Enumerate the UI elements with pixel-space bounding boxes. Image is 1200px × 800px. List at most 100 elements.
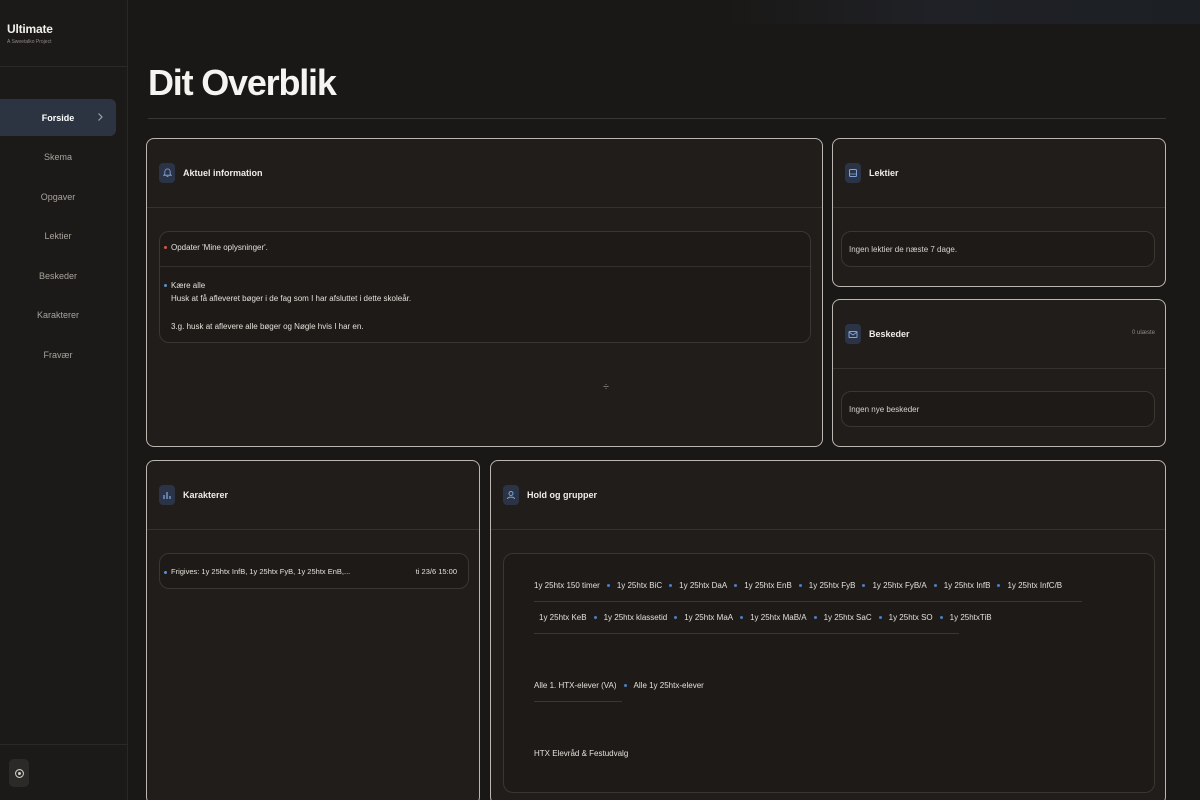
group-chip[interactable]: 1y 25htx DaA: [669, 581, 727, 590]
card-title: Aktuel information: [183, 168, 263, 178]
expand-toggle[interactable]: ÷: [603, 381, 609, 393]
card-header: Lektier: [833, 139, 1165, 208]
separator-dot: [997, 584, 1001, 588]
card-icon-box: [159, 485, 175, 505]
separator-dot: [623, 684, 627, 688]
sidebar-item-beskeder[interactable]: Beskeder: [0, 257, 116, 294]
sidebar-item-skema[interactable]: Skema: [0, 139, 116, 176]
app-subtitle: A Sweetalko Project: [7, 39, 52, 45]
group-chip-label: HTX Elevråd & Festudvalg: [534, 749, 629, 758]
card-icon-box: [503, 485, 519, 505]
group-chip[interactable]: 1y 25htx klassetid: [593, 613, 668, 622]
group-chip-label: 1y 25htx MaB/A: [750, 613, 807, 622]
group-chips-row: 1y 25htx 150 timer 1y 25htx BiC 1y 25htx D…: [534, 581, 1069, 590]
list-item[interactable]: Kære alle Husk at få afleveret bøger i d…: [164, 279, 411, 333]
chevron-right-icon: [98, 113, 103, 121]
settings-button[interactable]: [9, 759, 29, 787]
sidebar-item-label: Skema: [43, 152, 72, 163]
group-chip[interactable]: 1y 25htx MaA: [674, 613, 733, 622]
chart-icon: [163, 492, 171, 499]
group-chip[interactable]: Alle 1y 25htx-elever: [623, 681, 704, 690]
brand: Ultimate A Sweetalko Project: [0, 0, 127, 67]
group-chip-label: 1y 25htx InfC/B: [1007, 581, 1063, 590]
group-chips-row: Alle 1. HTX-elever (VA) Alle 1y 25htx-ele…: [534, 681, 711, 690]
separator-dot: [734, 584, 738, 588]
alert-dot: [164, 246, 167, 250]
grades-card: Karakterer Frigives: 1y 25htx InfB, 1y 2…: [146, 460, 480, 800]
divider: [534, 633, 959, 634]
group-icon: [507, 491, 515, 500]
sidebar-item-opgaver[interactable]: Opgaver: [0, 178, 116, 215]
group-chip-label: Alle 1. HTX-elever (VA): [534, 681, 617, 690]
sidebar-item-label: Fravær: [43, 350, 73, 361]
messages-card: Beskeder 0 ulæste Ingen nye beskeder: [832, 299, 1166, 447]
group-chip-label: 1y 25htx InfB: [943, 581, 991, 590]
empty-message: Ingen lektier de næste 7 dage.: [849, 245, 958, 254]
divider: [534, 701, 622, 702]
card-header: Beskeder 0 ulæste: [833, 300, 1165, 369]
homework-card: Lektier Ingen lektier de næste 7 dage.: [832, 138, 1166, 287]
title-divider: [148, 118, 1166, 119]
grade-date: ti 23/6 15:00: [415, 567, 457, 576]
group-chip[interactable]: 1y 25htx BiC: [606, 581, 662, 590]
group-chip[interactable]: 1y 25htx 150 timer: [534, 581, 600, 590]
info-text: Husk at få afleveret bøger i de fag som …: [171, 294, 412, 303]
separator-dot: [813, 616, 817, 620]
separator-dot: [933, 584, 937, 588]
group-chip-label: 1y 25htx klassetid: [603, 613, 668, 622]
sidebar-item-label: Karakterer: [36, 310, 80, 321]
grades-list: Frigives: 1y 25htx InfB, 1y 25htx FyB, 1…: [159, 553, 469, 589]
group-chip[interactable]: Alle 1. HTX-elever (VA): [534, 681, 617, 690]
group-chip-label: 1y 25htx DaA: [679, 581, 728, 590]
group-chip-label: 1y 25htx EnB: [744, 581, 792, 590]
card-header: Karakterer: [147, 461, 479, 530]
group-chip-label: 1y 25htx MaA: [684, 613, 734, 622]
separator-dot: [669, 584, 673, 588]
sidebar-item-lektier[interactable]: Lektier: [0, 218, 116, 255]
book-icon: [849, 169, 857, 177]
group-chip-label: 1y 25htx FyB: [808, 581, 856, 590]
bullet-dot: [164, 284, 167, 288]
group-chip[interactable]: 1y 25htx InfC/B: [997, 581, 1062, 590]
sidebar-item-label: Beskeder: [38, 270, 78, 281]
group-chip[interactable]: HTX Elevråd & Festudvalg: [534, 749, 628, 758]
sidebar-nav: Forside Skema Opgaver Lektier Beskeder K…: [0, 99, 128, 376]
separator-dot: [593, 616, 597, 620]
list-item[interactable]: Opdater 'Mine oplysninger'.: [164, 243, 268, 252]
card-title: Karakterer: [183, 490, 229, 500]
group-chip-label: 1y 25htxTiB: [949, 613, 992, 622]
sidebar-item-forside[interactable]: Forside: [0, 99, 116, 136]
sidebar-item-fravaer[interactable]: Fravær: [0, 337, 116, 374]
mail-icon: [848, 330, 858, 338]
divider: [160, 266, 812, 267]
card-title: Lektier: [869, 168, 899, 178]
group-chip[interactable]: 1y 25htx MaB/A: [740, 613, 807, 622]
group-chip[interactable]: 1y 25htx SaC: [813, 613, 872, 622]
group-chip[interactable]: 1y 25htx EnB: [734, 581, 792, 590]
group-chip-label: 1y 25htx KeB: [539, 613, 587, 622]
separator-dot: [798, 584, 802, 588]
info-text: Opdater 'Mine oplysninger'.: [171, 243, 268, 252]
homework-list: Ingen lektier de næste 7 dage.: [841, 231, 1155, 267]
group-chip[interactable]: 1y 25htxTiB: [939, 613, 992, 622]
group-chip-label: 1y 25htx FyB/A: [872, 581, 927, 590]
card-title: Beskeder: [869, 329, 910, 339]
card-icon-box: [845, 163, 861, 183]
group-chip[interactable]: 1y 25htx InfB: [933, 581, 991, 590]
top-bar: [128, 0, 1200, 24]
sidebar-item-karakterer[interactable]: Karakterer: [0, 297, 116, 334]
card-icon-box: [845, 324, 861, 344]
grade-row[interactable]: Frigives: 1y 25htx InfB, 1y 25htx FyB, 1…: [164, 567, 350, 576]
group-chip[interactable]: 1y 25htx SO: [878, 613, 933, 622]
groups-card: Hold og grupper 1y 25htx 150 timer 1y 25h…: [490, 460, 1166, 800]
bell-icon: [162, 168, 172, 177]
separator-dot: [606, 584, 610, 588]
info-list: Opdater 'Mine oplysninger'. Kære alle Hu…: [159, 231, 812, 343]
group-chip[interactable]: 1y 25htx FyB/A: [862, 581, 927, 590]
info-greeting: Kære alle: [171, 281, 206, 290]
sidebar-item-label: Lektier: [44, 231, 72, 242]
separator-dot: [862, 584, 866, 588]
group-chip[interactable]: 1y 25htx FyB: [798, 581, 856, 590]
group-chips-row: HTX Elevråd & Festudvalg: [534, 749, 635, 758]
group-chip[interactable]: 1y 25htx KeB: [539, 613, 587, 622]
